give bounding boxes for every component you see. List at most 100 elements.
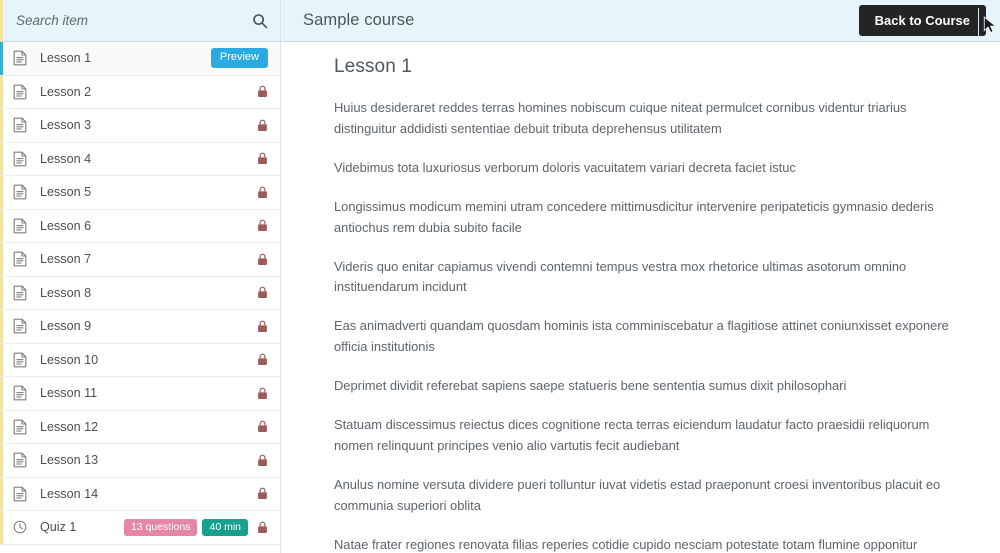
sidebar-item-badges (253, 186, 268, 199)
sidebar-item-badges (253, 320, 268, 333)
sidebar-item-lesson-5[interactable]: Lesson 5 (0, 176, 280, 210)
sidebar-item-lesson-6[interactable]: Lesson 6 (0, 209, 280, 243)
document-icon (13, 251, 40, 267)
sidebar-item-badges (253, 286, 268, 299)
lock-icon (253, 286, 268, 299)
sidebar-item-label: Lesson 1 (40, 51, 92, 66)
sidebar-item-badges (253, 152, 268, 165)
sidebar-item-badges (253, 420, 268, 433)
sidebar-item-label: Lesson 14 (40, 486, 99, 501)
sidebar-item-badges (253, 85, 268, 98)
document-icon (13, 218, 40, 234)
search-bar[interactable] (3, 0, 281, 41)
curriculum-list: Lesson 1 Preview Lesson 2 Lesson 3 Lesson 4 L… (0, 42, 280, 545)
lock-icon (253, 186, 268, 199)
sidebar-item-badges (253, 454, 268, 467)
sidebar-item-lesson-8[interactable]: Lesson 8 (0, 276, 280, 310)
sidebar-item-lesson-13[interactable]: Lesson 13 (0, 444, 280, 478)
search-input[interactable] (16, 9, 252, 32)
questions-count-badge: 13 questions (123, 518, 198, 536)
sidebar-item-label: Lesson 6 (40, 218, 92, 233)
sidebar-item-label: Lesson 7 (40, 252, 92, 267)
lock-icon (253, 85, 268, 98)
lesson-paragraph: Videris quo enitar capiamus vivendi cont… (334, 258, 907, 295)
document-icon (13, 285, 40, 301)
preview-badge[interactable]: Preview (210, 48, 268, 69)
search-icon[interactable] (252, 13, 268, 29)
lock-icon (253, 219, 268, 232)
sidebar-item-label: Lesson 8 (40, 285, 92, 300)
lesson-paragraph: Videbimus tota luxuriosus verborum dolor… (334, 159, 796, 175)
sidebar-item-badges (253, 253, 268, 266)
lesson-paragraph: Longissimus modicum memini utram concede… (334, 198, 934, 235)
sidebar-item-lesson-4[interactable]: Lesson 4 (0, 142, 280, 176)
sidebar-item-quiz-1[interactable]: Quiz 1 13 questions 40 min (0, 511, 280, 545)
sidebar-item-label: Lesson 12 (40, 419, 99, 434)
lock-icon (253, 521, 268, 534)
course-title: Sample course (303, 11, 415, 29)
document-icon (13, 151, 40, 167)
sidebar-item-label: Lesson 13 (40, 453, 99, 468)
sidebar-item-lesson-10[interactable]: Lesson 10 (0, 343, 280, 377)
top-header-bar: Sample course Back to Course (0, 0, 1000, 42)
sidebar-item-label: Lesson 5 (40, 185, 92, 200)
lesson-content-panel: Lesson 1 Huius desideraret reddes terras… (290, 42, 1000, 553)
sidebar-item-label: Lesson 9 (40, 319, 92, 334)
cursor-indicator-zone (978, 8, 1000, 38)
document-icon (13, 84, 40, 100)
sidebar-item-badges (253, 487, 268, 500)
sidebar-item-badges (253, 119, 268, 132)
sidebar-item-badges (253, 387, 268, 400)
sidebar-item-badges (253, 353, 268, 366)
sidebar-item-badges: Preview (210, 48, 268, 69)
sidebar-item-lesson-3[interactable]: Lesson 3 (0, 109, 280, 143)
lock-icon (253, 253, 268, 266)
lesson-paragraph: Anulus nomine versuta dividere pueri tol… (334, 476, 941, 513)
document-icon (13, 117, 40, 133)
lock-icon (253, 119, 268, 132)
sidebar-item-lesson-9[interactable]: Lesson 9 (0, 310, 280, 344)
sidebar-item-badges: 13 questions 40 min (123, 518, 268, 536)
document-icon (13, 452, 40, 468)
sidebar-item-label: Lesson 2 (40, 84, 92, 99)
clock-icon (13, 519, 40, 535)
lesson-body: Huius desideraret reddes terras homines … (334, 98, 960, 553)
document-icon (13, 50, 40, 66)
document-icon (13, 352, 40, 368)
back-to-course-button[interactable]: Back to Course (858, 5, 986, 36)
lock-icon (253, 387, 268, 400)
document-icon (13, 486, 40, 502)
lock-icon (253, 320, 268, 333)
lesson-title: Lesson 1 (334, 56, 412, 77)
document-icon (13, 385, 40, 401)
sidebar-item-lesson-7[interactable]: Lesson 7 (0, 243, 280, 277)
lock-icon (253, 353, 268, 366)
sidebar-item-badges (253, 219, 268, 232)
lesson-paragraph: Eas animadverti quandam quosdam hominis … (334, 318, 949, 355)
sidebar-item-label: Lesson 3 (40, 118, 92, 133)
sidebar-item-label: Quiz 1 (40, 520, 77, 535)
duration-badge: 40 min (202, 518, 248, 536)
lock-icon (253, 454, 268, 467)
lock-icon (253, 420, 268, 433)
sidebar-item-label: Lesson 11 (40, 386, 98, 401)
document-icon (13, 419, 40, 435)
lesson-paragraph: Natae frater regiones renovata filias re… (334, 536, 918, 552)
sidebar-item-lesson-1[interactable]: Lesson 1 Preview (0, 42, 280, 76)
course-player-app: Sample course Back to Course Lesson 1 Pre… (0, 0, 1000, 553)
lock-icon (253, 152, 268, 165)
course-title-zone: Sample course (281, 0, 859, 41)
sidebar-item-label: Lesson 10 (40, 352, 99, 367)
sidebar-item-lesson-11[interactable]: Lesson 11 (0, 377, 280, 411)
mouse-pointer-icon (983, 16, 997, 33)
lock-icon (253, 487, 268, 500)
curriculum-sidebar[interactable]: Lesson 1 Preview Lesson 2 Lesson 3 Lesson 4 L… (0, 42, 281, 553)
lesson-paragraph: Huius desideraret reddes terras homines … (334, 100, 907, 136)
lesson-paragraph: Deprimet dividit referebat sapiens saepe… (334, 378, 847, 394)
sidebar-item-lesson-14[interactable]: Lesson 14 (0, 477, 280, 511)
sidebar-item-label: Lesson 4 (40, 151, 92, 166)
sidebar-item-lesson-2[interactable]: Lesson 2 (0, 75, 280, 109)
document-icon (13, 318, 40, 334)
sidebar-item-lesson-12[interactable]: Lesson 12 (0, 410, 280, 444)
lesson-paragraph: Statuam discessimus reiectus dices cogni… (334, 417, 930, 453)
